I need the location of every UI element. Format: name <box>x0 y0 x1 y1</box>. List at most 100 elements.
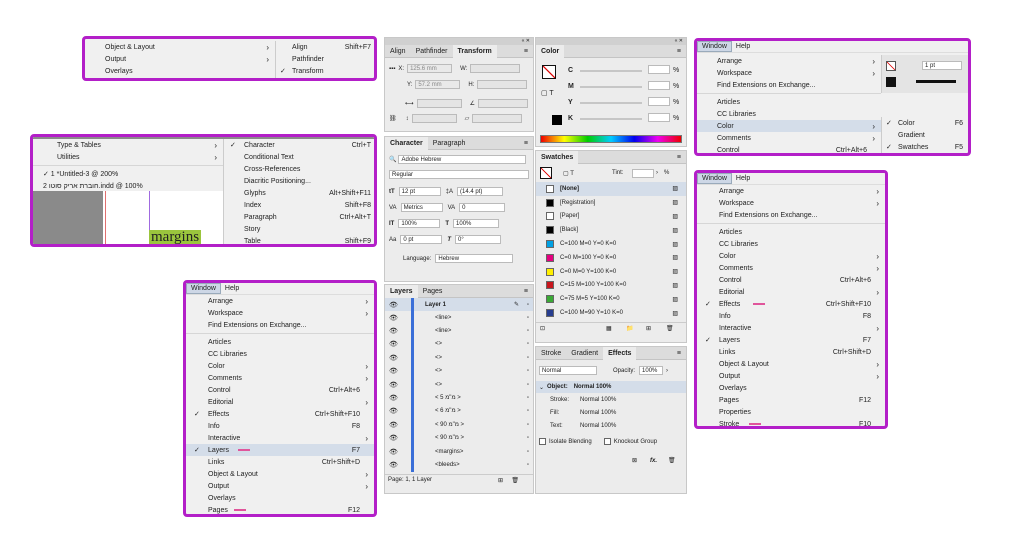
leading-field[interactable]: (14.4 pt) <box>457 187 504 196</box>
trash-icon[interactable]: 🗑 <box>666 325 674 332</box>
new-swatch-icon[interactable]: ⊞ <box>646 325 651 332</box>
layer-item-row[interactable]: 👁 <> ▫ <box>385 377 533 392</box>
channel-slider[interactable] <box>580 118 642 120</box>
menu-item-cc-libraries[interactable]: CC Libraries <box>697 238 885 250</box>
trash-icon[interactable]: 🗑 <box>511 477 519 484</box>
reference-point-icon[interactable]: ▪▪▪ <box>389 66 395 72</box>
menu-item-layers[interactable]: ✓ Layers F7 <box>697 334 885 346</box>
menu-item-cc-libraries[interactable]: CC Libraries <box>697 108 881 120</box>
container-icon[interactable]: ▢ T <box>563 170 574 177</box>
menu-item-links[interactable]: Links Ctrl+Shift+D <box>697 346 885 358</box>
eye-icon[interactable]: 👁 <box>389 381 398 389</box>
menu-item-links[interactable]: Links Ctrl+Shift+D <box>186 456 374 468</box>
constrain-icon[interactable]: ⛓ <box>389 115 397 122</box>
kerning-field[interactable]: Metrics <box>400 203 443 212</box>
help-menu[interactable]: Help <box>732 42 754 51</box>
stroke-style-bar[interactable] <box>916 80 956 83</box>
menu-item-output[interactable]: Output › <box>85 53 275 65</box>
layer-item-row[interactable]: 👁 <> ▫ <box>385 364 533 378</box>
channel-field[interactable] <box>648 113 670 122</box>
knockout-checkbox[interactable] <box>603 438 611 445</box>
menu-item-pathfinder[interactable]: Pathfinder <box>276 53 374 65</box>
menu-item-arrange[interactable]: Arrange › <box>697 185 885 197</box>
eye-icon[interactable]: 👁 <box>389 354 398 362</box>
swatch-row[interactable]: C=0 M=100 Y=0 K=0 ▨ <box>536 251 686 265</box>
layer-item-row[interactable]: 👁 <> ▫ <box>385 337 533 352</box>
eye-icon[interactable]: 👁 <box>389 448 398 456</box>
help-menu[interactable]: Help <box>732 174 754 183</box>
menu-item-overlays[interactable]: Overlays <box>186 492 374 504</box>
swatch-row[interactable]: C=100 M=90 Y=10 K=0 ▨ <box>536 306 686 320</box>
tint-field[interactable] <box>632 168 654 178</box>
select-box-icon[interactable]: ▫ <box>527 435 529 441</box>
eye-icon[interactable]: 👁 <box>389 327 398 335</box>
help-menu[interactable]: Help <box>221 284 243 293</box>
panel-menu-icon[interactable]: ≡ <box>672 347 686 360</box>
effect-row[interactable]: Fill: Normal 100% <box>536 406 686 419</box>
menu-item-effects[interactable]: ✓ Effects Ctrl+Shift+F10 <box>697 298 885 310</box>
layer-item-row[interactable]: 👁 <line> ▫ <box>385 311 533 325</box>
menu-item-control[interactable]: Control Ctrl+Alt+6 <box>697 144 881 154</box>
new-layer-icon[interactable]: ⊞ <box>498 477 503 484</box>
menu-item-align[interactable]: Align Shift+F7 <box>276 41 374 53</box>
menu-item-info[interactable]: Info F8 <box>697 310 885 322</box>
eye-icon[interactable]: 👁 <box>389 314 398 322</box>
menu-item-type-tables[interactable]: Type & Tables › <box>33 139 223 151</box>
isolate-checkbox[interactable] <box>539 438 546 445</box>
swatch-row[interactable]: [None] ▨ <box>536 182 686 196</box>
font-style-field[interactable]: Regular <box>389 170 529 179</box>
tab-align[interactable]: Align <box>385 45 411 58</box>
layer-item-row[interactable]: 👁 <line> ▫ <box>385 324 533 338</box>
skew-field[interactable]: 0° <box>455 235 502 244</box>
scale-y-field[interactable] <box>411 114 457 123</box>
swatch-row[interactable]: C=15 M=100 Y=100 K=0 ▨ <box>536 279 686 293</box>
baseline-field[interactable]: 0 pt <box>400 235 443 244</box>
menu-item-editorial[interactable]: Editorial › <box>697 286 885 298</box>
menu-item-info[interactable]: Info F8 <box>186 420 374 432</box>
swatch-row[interactable]: [Registration] ▨ <box>536 196 686 210</box>
menu-item-index[interactable]: Index Shift+F8 <box>224 199 374 211</box>
channel-slider[interactable] <box>580 70 642 72</box>
menu-item-editorial[interactable]: Editorial › <box>186 396 374 408</box>
y-field[interactable]: 57.2 mm <box>415 80 461 89</box>
trash-icon[interactable]: 🗑 <box>668 457 676 464</box>
tab-stroke[interactable]: Stroke <box>536 347 566 360</box>
window-menu[interactable]: Window <box>186 283 221 294</box>
layer-item-row[interactable]: 👁 <bleeds> ▫ <box>385 458 533 472</box>
menu-item-character[interactable]: ✓ Character Ctrl+T <box>224 139 374 151</box>
x-field[interactable]: 125.6 mm <box>407 64 453 73</box>
swatch-row[interactable]: C=0 M=0 Y=100 K=0 ▨ <box>536 265 686 279</box>
menu-item-color[interactable]: Color › <box>697 120 881 132</box>
menu-item-swatches[interactable]: ✓ Swatches F5 <box>882 141 968 153</box>
select-box-icon[interactable]: ▫ <box>527 395 529 401</box>
swatch-row[interactable]: [Black] ▨ <box>536 223 686 237</box>
window-menu[interactable]: Window <box>697 173 732 184</box>
menu-item-object-layout[interactable]: Object & Layout › <box>697 358 885 370</box>
opacity-field[interactable]: 100% <box>639 366 664 375</box>
effect-row[interactable]: Stroke: Normal 100% <box>536 393 686 406</box>
eye-icon[interactable]: 👁 <box>389 340 398 348</box>
menu-item-interactive[interactable]: Interactive › <box>186 432 374 444</box>
menu-item-properties[interactable]: Properties <box>697 406 885 418</box>
new-group-icon[interactable]: ▦ <box>606 325 612 332</box>
select-box-icon[interactable]: ▫ <box>527 368 529 374</box>
tab-effects[interactable]: Effects <box>603 346 637 360</box>
h-field[interactable] <box>477 80 528 89</box>
select-box-icon[interactable]: ▫ <box>527 408 529 414</box>
menu-item-cross-references[interactable]: Cross-References <box>224 163 374 175</box>
menu-item-gradient[interactable]: Gradient <box>882 129 968 141</box>
menu-item-glyphs[interactable]: Glyphs Alt+Shift+F11 <box>224 187 374 199</box>
blend-mode-field[interactable]: Normal <box>539 366 597 375</box>
menu-item-cc-libraries[interactable]: CC Libraries <box>186 348 374 360</box>
menu-item-output[interactable]: Output › <box>186 480 374 492</box>
eye-icon[interactable]: 👁 <box>389 461 398 469</box>
panel-menu-icon[interactable]: ≡ <box>519 45 533 58</box>
menu-item-conditional-text[interactable]: Conditional Text <box>224 151 374 163</box>
channel-slider[interactable] <box>580 102 642 104</box>
select-box-icon[interactable]: ▫ <box>527 341 529 347</box>
eye-icon[interactable]: 👁 <box>389 407 398 415</box>
channel-field[interactable] <box>648 65 670 74</box>
menu-item-story[interactable]: Story <box>224 223 374 235</box>
tab-gradient[interactable]: Gradient <box>566 347 603 360</box>
select-box-icon[interactable]: ▫ <box>527 382 529 388</box>
